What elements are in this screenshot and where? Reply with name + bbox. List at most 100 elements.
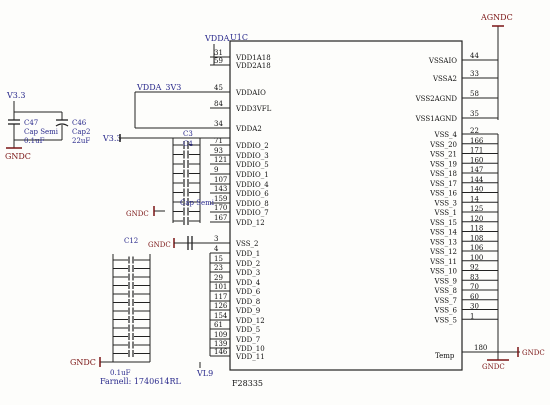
- pin-number: 154: [214, 312, 228, 320]
- pin-label: VSS_2: [235, 240, 258, 248]
- pin-label: VSS_17: [429, 180, 457, 188]
- c47-ref: C47: [24, 119, 38, 127]
- pin-number: 140: [470, 186, 483, 194]
- pin-number: 22: [470, 127, 479, 135]
- pin-number: 117: [214, 293, 227, 301]
- farnell-order-label: Farnell: 1740614RL: [100, 377, 181, 386]
- pin-label: VSS_11: [429, 258, 457, 266]
- pin-number: 125: [470, 205, 483, 213]
- pin-number-180: 180: [474, 344, 487, 352]
- pin-label: VSS_14: [429, 229, 457, 237]
- pin-label: VSS_21: [429, 151, 457, 159]
- pin-number: 61: [214, 321, 223, 329]
- pin-label: VDD_7: [235, 336, 260, 344]
- pin-number: 15: [214, 255, 223, 263]
- pin-number: 33: [470, 70, 479, 78]
- c47-value: Cap Semi: [24, 128, 59, 136]
- pin-number: 167: [214, 214, 227, 222]
- pin-label: VDDIO_2: [235, 142, 269, 150]
- pin-number: 101: [214, 283, 227, 291]
- pin-label: VSSA2: [432, 75, 457, 83]
- pin-label: VDDIO_1: [235, 171, 269, 179]
- pin-label: VSS_5: [434, 316, 457, 324]
- pin-number: 4: [214, 245, 219, 253]
- vdd-cap: [113, 316, 150, 323]
- vdd-cap: [113, 324, 150, 332]
- pin-number: 70: [470, 283, 479, 291]
- pin-label: VDD3VFL: [235, 105, 272, 113]
- pin-label: VDD1A18: [235, 54, 271, 62]
- pin-number: 44: [470, 52, 479, 60]
- vdd-core-decoupling-caps: [113, 256, 150, 357]
- net-label-v33-mid: V3.3: [102, 134, 122, 143]
- vddio-cap: [173, 169, 200, 178]
- pin-number: 146: [214, 348, 228, 356]
- pin-label: VDD_12: [235, 219, 265, 227]
- pin-label: VDDIO_4: [235, 181, 269, 189]
- vdd-cap: [113, 256, 150, 264]
- net-label-gndc-mid2: GNDC: [148, 241, 171, 249]
- pin-number: 59: [214, 57, 223, 65]
- c46-ref: C46: [72, 119, 87, 127]
- pin-number: 23: [214, 264, 223, 272]
- pin-number: 3: [214, 235, 218, 243]
- pin-label: VDD_10: [235, 345, 265, 353]
- pin-number: 118: [470, 225, 483, 233]
- pin-label: VSS_20: [429, 141, 457, 149]
- vdd-cap: [113, 333, 150, 340]
- left-pin-row: 45 VDDAIO: [210, 84, 266, 97]
- left-pin-group: 31VDD1A1859VDD2A1845VDDAIO84VDD3VFL34VDD…: [210, 49, 272, 361]
- pin-label: VSS_8: [434, 287, 457, 295]
- right-analog-pin-row: 58 VSS2AGND: [415, 90, 498, 103]
- ic-part-value: F28335: [232, 379, 263, 388]
- pin-number: 166: [470, 137, 484, 145]
- vddio-cap: [173, 207, 200, 216]
- pin-number: 171: [470, 147, 483, 155]
- pin-label: VDD_2: [235, 260, 260, 268]
- pin-label: VSS_13: [429, 238, 457, 246]
- pin-number: 58: [470, 90, 479, 98]
- net-label-vl9: VL9: [196, 369, 213, 378]
- pin-number: 60: [470, 293, 479, 301]
- pin-number: 1: [470, 312, 474, 320]
- pin-number: 143: [214, 185, 227, 193]
- ic-ref-label: U1C: [230, 33, 248, 42]
- pin-label: VDD_1: [235, 250, 260, 258]
- pin-label: VDDIO_8: [235, 200, 269, 208]
- pin-label: VDD_9: [235, 307, 260, 315]
- vdd-cap: [113, 273, 150, 281]
- pin-number: 170: [214, 204, 227, 212]
- pin-number: 34: [214, 120, 223, 128]
- vddio-cap: [173, 217, 200, 225]
- pin-label: VDDAIO: [235, 89, 266, 97]
- pin-label: VSS_16: [429, 190, 457, 198]
- pin-number: 144: [470, 176, 484, 184]
- pin-label: VDDIO_5: [235, 161, 269, 169]
- pin-label: VDD_12: [235, 317, 265, 325]
- pin-label: VSSAIO: [428, 57, 457, 65]
- vdd-cap: [113, 341, 150, 349]
- pin-label: VDD_3: [235, 269, 260, 277]
- pin-number: 31: [214, 49, 223, 57]
- vdd-cap: [113, 299, 150, 306]
- net-label-vdda: VDDA: [204, 34, 230, 43]
- pin-number: 159: [214, 195, 227, 203]
- pin-number: 107: [214, 176, 227, 184]
- pin-number: 109: [214, 331, 227, 339]
- pin-number: 14: [470, 195, 479, 203]
- pin-number: 139: [214, 340, 227, 348]
- pin-label: VDDIO_7: [235, 209, 269, 217]
- schematic-drawing: U1C F28335 Farnell: 1740614RL 31VDD1A185…: [5, 13, 545, 388]
- vddio-cap: [173, 150, 200, 159]
- c46-value: Cap2: [72, 128, 90, 136]
- vdd-cap: [113, 290, 150, 298]
- pin-number: 35: [470, 110, 479, 118]
- pin-number: 160: [470, 156, 483, 164]
- net-label-gndc-mid: GNDC: [126, 210, 149, 218]
- pin-label: VSS2AGND: [415, 95, 458, 103]
- right-vss-pin-group: 22VSS_4166VSS_20171VSS_21160VSS_19147VSS…: [429, 127, 498, 324]
- pin-label: VSS_10: [429, 268, 457, 276]
- pin-label: VSS_6: [434, 307, 458, 315]
- pin-label: VSS_3: [434, 199, 457, 207]
- vddio-cap: [173, 179, 200, 187]
